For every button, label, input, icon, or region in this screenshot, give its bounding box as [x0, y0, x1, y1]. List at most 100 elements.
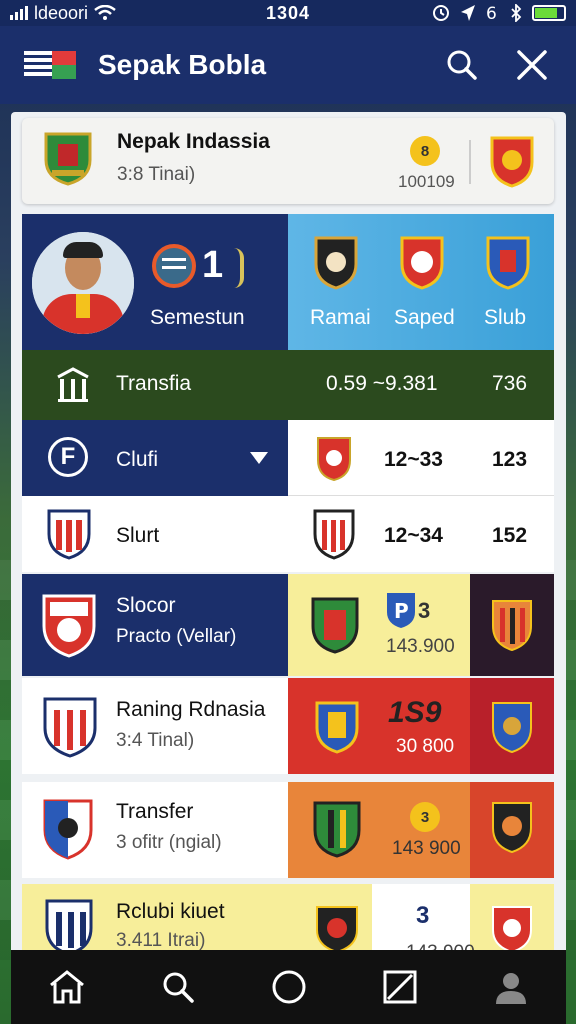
club-crest-icon: [47, 509, 91, 560]
svg-text:P: P: [394, 599, 409, 623]
wifi-icon: [94, 5, 116, 20]
club-crest-icon: [486, 236, 530, 290]
club-crest-icon: [492, 600, 532, 652]
item-title: Raning Rdnasia: [116, 698, 266, 721]
player-highlight[interactable]: 1 Semestun Ramai Saped Slub: [22, 214, 554, 350]
list-item[interactable]: Slocor Practo (Vellar) P 3 143.900: [22, 574, 554, 676]
club-name[interactable]: Slub: [484, 306, 526, 330]
row-value: 12~33: [384, 448, 443, 471]
item-title: Transfer: [116, 800, 194, 823]
highlight-score: 1: [202, 244, 224, 286]
club-crest-icon: [400, 236, 444, 290]
item-mark: 3: [418, 598, 431, 623]
match-card[interactable]: [22, 118, 554, 204]
svg-text:6: 6: [486, 4, 497, 22]
search-icon: [163, 972, 194, 1003]
coin-badge: 3: [410, 802, 440, 832]
club-crest-icon: [492, 802, 532, 854]
profile-icon: [495, 973, 526, 1004]
status-bar: ldeoori 1304 6: [0, 0, 576, 26]
club-crest-icon: [313, 801, 361, 858]
search-icon: [447, 50, 477, 80]
item-subtitle: 3 ofitr (ngial): [116, 832, 222, 853]
alarm-icon: [433, 5, 449, 21]
flag-logo-icon: [24, 47, 76, 83]
row-value: 152: [492, 524, 528, 547]
moon-icon: [234, 248, 244, 288]
list-item[interactable]: Rclubi kiuet 3.411 Itrai) 3 143 900: [22, 884, 554, 950]
row-label: Clufi: [116, 448, 159, 471]
nav-search-button[interactable]: [156, 965, 200, 1009]
app-title: Sepak Bobla: [98, 49, 267, 80]
club-crest-icon: [311, 597, 359, 654]
filter-icon: F: [48, 437, 88, 477]
filter-row[interactable]: F Clufi 12~33 123: [22, 420, 554, 496]
opponent-crest-icon: [490, 136, 534, 188]
data-icon: 6: [486, 4, 497, 22]
player-caption: Semestun: [150, 306, 245, 329]
item-mark: 3: [416, 902, 430, 929]
list-item[interactable]: Raning Rdnasia 3:4 Tinal) 1S9 30 800: [22, 678, 554, 774]
bluetooth-icon: [511, 4, 522, 22]
close-button[interactable]: [512, 45, 552, 85]
divider: [469, 140, 471, 184]
status-time: 1304: [265, 2, 311, 23]
item-value: 143.900: [386, 636, 455, 657]
carrier-name: ldeoori: [34, 2, 89, 23]
edit-square-icon: [383, 970, 416, 1004]
item-value: 143 900: [392, 838, 461, 859]
player-avatar: [32, 232, 134, 334]
club-crest-icon: [317, 437, 351, 482]
club-crest-icon: [316, 906, 358, 950]
item-subtitle: 3.411 Itrai): [116, 930, 206, 950]
location-icon: [461, 5, 475, 21]
nav-profile-button[interactable]: [489, 965, 533, 1009]
club-crest-icon: [492, 906, 532, 950]
bottom-nav: [11, 950, 566, 1024]
row-value: 736: [492, 372, 528, 395]
club-crest-icon: [44, 132, 92, 186]
club-name[interactable]: Saped: [394, 306, 455, 330]
nav-edit-button[interactable]: [378, 965, 422, 1009]
club-crest-icon: [492, 702, 532, 754]
club-crest-icon: [43, 799, 93, 860]
ball-icon: [152, 244, 196, 288]
row-value: 123: [492, 448, 528, 471]
transfer-row[interactable]: Transfia 0.59 ~9.381 736: [22, 350, 554, 420]
signal-icon: [10, 6, 28, 20]
club-name[interactable]: Ramai: [310, 306, 371, 330]
club-crest-icon: [42, 594, 96, 658]
row-label: Transfia: [116, 372, 192, 395]
item-title: Rclubi kiuet: [116, 900, 225, 923]
row-value: 12~34: [384, 524, 443, 547]
stadium-icon: [57, 367, 89, 402]
club-row[interactable]: Slurt 12~34 152: [22, 496, 554, 572]
club-crest-icon: [315, 701, 359, 754]
app-header: Sepak Bobla: [0, 26, 576, 104]
nav-home-button[interactable]: [45, 965, 89, 1009]
coin-badge: 8: [410, 136, 440, 166]
club-crest-icon: [45, 899, 93, 950]
nav-center-button[interactable]: [267, 965, 311, 1009]
match-number: 100109: [398, 172, 455, 191]
match-title: Nepak Indassia: [117, 130, 270, 153]
item-title: Slocor: [116, 594, 176, 617]
list-item[interactable]: Transfer 3 ofitr (ngial) 3 143 900: [22, 782, 554, 878]
club-crest-icon: [313, 509, 355, 560]
match-subtitle: 3:8 Tinai): [117, 164, 196, 185]
row-value: 0.59 ~9.381: [326, 372, 438, 395]
club-crest-icon: [314, 236, 358, 290]
row-label: Slurt: [116, 524, 160, 547]
chevron-down-icon[interactable]: [250, 452, 268, 464]
battery-icon: [532, 5, 566, 21]
item-mark: 1S9: [388, 696, 442, 729]
item-value: 30 800: [396, 736, 455, 757]
club-crest-icon: P: [387, 593, 415, 628]
item-subtitle: 3:4 Tinal): [116, 730, 195, 751]
club-crest-icon: [43, 697, 97, 758]
item-subtitle: Practo (Vellar): [116, 626, 237, 647]
close-icon: [517, 50, 547, 80]
search-button[interactable]: [442, 45, 482, 85]
circle-icon: [272, 970, 305, 1004]
item-value: 143 900: [406, 942, 475, 950]
